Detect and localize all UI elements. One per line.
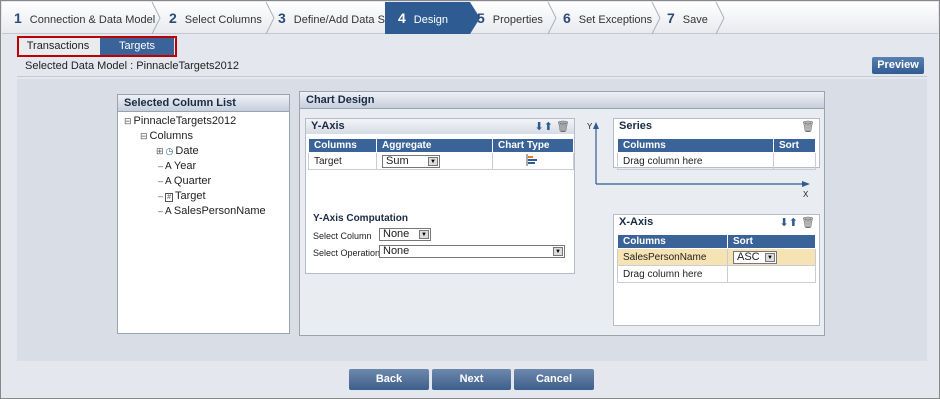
bar-chart-icon (526, 153, 537, 166)
y-column-cell: Target (308, 152, 377, 170)
dropdown-arrow-icon: ▼ (419, 230, 429, 239)
next-button[interactable]: Next (432, 369, 511, 390)
panel-title: Selected Column List (118, 95, 289, 112)
dropdown-arrow-icon: ▼ (428, 156, 438, 166)
panel-title: Chart Design (300, 92, 824, 109)
table-row: SalesPersonName ASC ▼ (617, 248, 816, 266)
text-type-icon: A (165, 161, 174, 172)
sort-select[interactable]: ASC ▼ (733, 250, 777, 264)
sort-cell: ASC ▼ (727, 248, 816, 266)
design-content-area: Selected Column List ⊟ PinnacleTargets201… (17, 79, 927, 361)
chevron-separator (265, 2, 275, 34)
drop-row[interactable]: Drag column here (617, 265, 816, 283)
tree-item-quarter[interactable]: – A Quarter (158, 175, 211, 187)
back-button[interactable]: Back (349, 369, 429, 390)
text-type-icon: A (165, 206, 174, 217)
step-6[interactable]: 6 Set Exceptions (563, 2, 663, 34)
tree-line-icon: – (158, 191, 164, 201)
select-operation-label: Select Operation (313, 248, 381, 258)
x-axis-letter: X (803, 190, 809, 199)
chevron-separator (715, 2, 725, 34)
column-header: Columns (617, 234, 728, 249)
tree-line-icon: – (158, 161, 164, 171)
trash-icon[interactable]: 🗑 (801, 217, 815, 229)
chevron-separator (651, 2, 661, 34)
drop-placeholder: Drag column here (617, 152, 774, 170)
tree-item-date[interactable]: ⊞ ◷ Date (156, 145, 199, 157)
collapse-icon: ⊟ (140, 131, 148, 141)
series-title: Series (619, 120, 653, 132)
move-down-icon[interactable]: ⬇ (780, 217, 789, 229)
x-axis-actions: ⬇⬆ 🗑 (780, 216, 815, 229)
step-4-active[interactable]: 4 Design (388, 2, 468, 34)
x-axis-table: Columns Sort SalesPersonName ASC ▼ Drag co… (617, 234, 816, 283)
y-axis-actions: ⬇⬆ 🗑 (535, 120, 570, 133)
selected-data-model-label: Selected Data Model : PinnacleTargets201… (25, 60, 240, 72)
move-up-icon[interactable]: ⬆ (544, 121, 553, 133)
chart-design-panel: Chart Design Y-Axis ⬇⬆ 🗑 Columns Aggregat… (299, 91, 825, 336)
dropdown-arrow-icon: ▼ (765, 252, 775, 262)
select-operation-dropdown[interactable]: None ▼ (379, 245, 565, 258)
tree-line-icon: – (158, 206, 164, 216)
chart-type-header: Chart Type (492, 138, 574, 153)
trash-icon[interactable]: 🗑 (556, 121, 570, 133)
sort-header: Sort (727, 234, 816, 249)
app-window: 1 Connection & Data Model 2 Select Columns… (0, 0, 940, 399)
series-box: Series 🗑 Columns Sort Drag column here (613, 118, 820, 170)
y-axis-table: Columns Aggregate Chart Type Target Sum ▼ (308, 138, 574, 170)
step-1[interactable]: 1 Connection & Data Model (14, 2, 155, 34)
move-down-icon[interactable]: ⬇ (535, 121, 544, 133)
tab-transactions[interactable]: Transactions (19, 38, 97, 55)
tree-line-icon: – (158, 176, 164, 186)
chart-type-cell[interactable] (492, 152, 574, 170)
tree-folder-columns[interactable]: ⊟ Columns (140, 130, 193, 142)
chevron-separator (547, 2, 557, 34)
series-table: Columns Sort Drag column here (617, 138, 816, 170)
chevron-separator (151, 2, 161, 34)
step-2[interactable]: 2 Select Columns (169, 2, 269, 34)
clock-icon: ◷ (165, 146, 174, 156)
column-header: Columns (308, 138, 377, 153)
tree-root[interactable]: ⊟ PinnacleTargets2012 (124, 115, 236, 127)
preview-button[interactable]: Preview (872, 57, 924, 74)
tree-item-year[interactable]: – A Year (158, 160, 196, 172)
column-header: Columns (617, 138, 774, 153)
x-axis-box: X-Axis ⬇⬆ 🗑 Columns Sort SalesPersonName … (613, 214, 820, 326)
y-axis-computation-title: Y-Axis Computation (313, 213, 409, 224)
drop-placeholder: Drag column here (617, 265, 728, 283)
aggregate-select[interactable]: Sum ▼ (382, 154, 440, 168)
wizard-steps: 1 Connection & Data Model 2 Select Columns… (2, 2, 938, 34)
expand-icon: ⊞ (156, 146, 164, 156)
data-model-tabs: Transactions Targets (17, 36, 177, 57)
select-column-dropdown[interactable]: None ▼ (379, 228, 431, 241)
collapse-icon: ⊟ (124, 116, 132, 126)
tab-targets[interactable]: Targets (100, 38, 174, 55)
table-row: Target Sum ▼ (308, 152, 574, 170)
move-up-icon[interactable]: ⬆ (789, 217, 798, 229)
y-axis-letter: Y (587, 122, 593, 131)
selected-column-list-panel: Selected Column List ⊟ PinnacleTargets201… (117, 94, 290, 334)
y-axis-box: Y-Axis ⬇⬆ 🗑 Columns Aggregate Chart Type T… (305, 118, 575, 274)
selected-model-bar: Selected Data Model : PinnacleTargets201… (17, 57, 927, 77)
aggregate-cell: Sum ▼ (376, 152, 493, 170)
cancel-button[interactable]: Cancel (514, 369, 594, 390)
tree-item-target[interactable]: – # Target (158, 190, 206, 202)
aggregate-header: Aggregate (376, 138, 493, 153)
dropdown-arrow-icon: ▼ (553, 247, 563, 256)
text-type-icon: A (165, 176, 174, 187)
x-column-cell: SalesPersonName (617, 248, 728, 266)
drop-row[interactable]: Drag column here (617, 152, 816, 170)
select-column-label: Select Column (313, 231, 372, 241)
trash-icon[interactable]: 🗑 (801, 120, 815, 133)
footer-button-bar: Back Next Cancel (17, 361, 927, 395)
sort-header: Sort (773, 138, 816, 153)
tree-item-salespersonname[interactable]: – A SalesPersonName (158, 205, 266, 217)
step-3[interactable]: 3 Define/Add Data Set (278, 2, 394, 34)
number-type-icon: # (165, 193, 174, 202)
step-5[interactable]: 5 Properties (477, 2, 557, 34)
